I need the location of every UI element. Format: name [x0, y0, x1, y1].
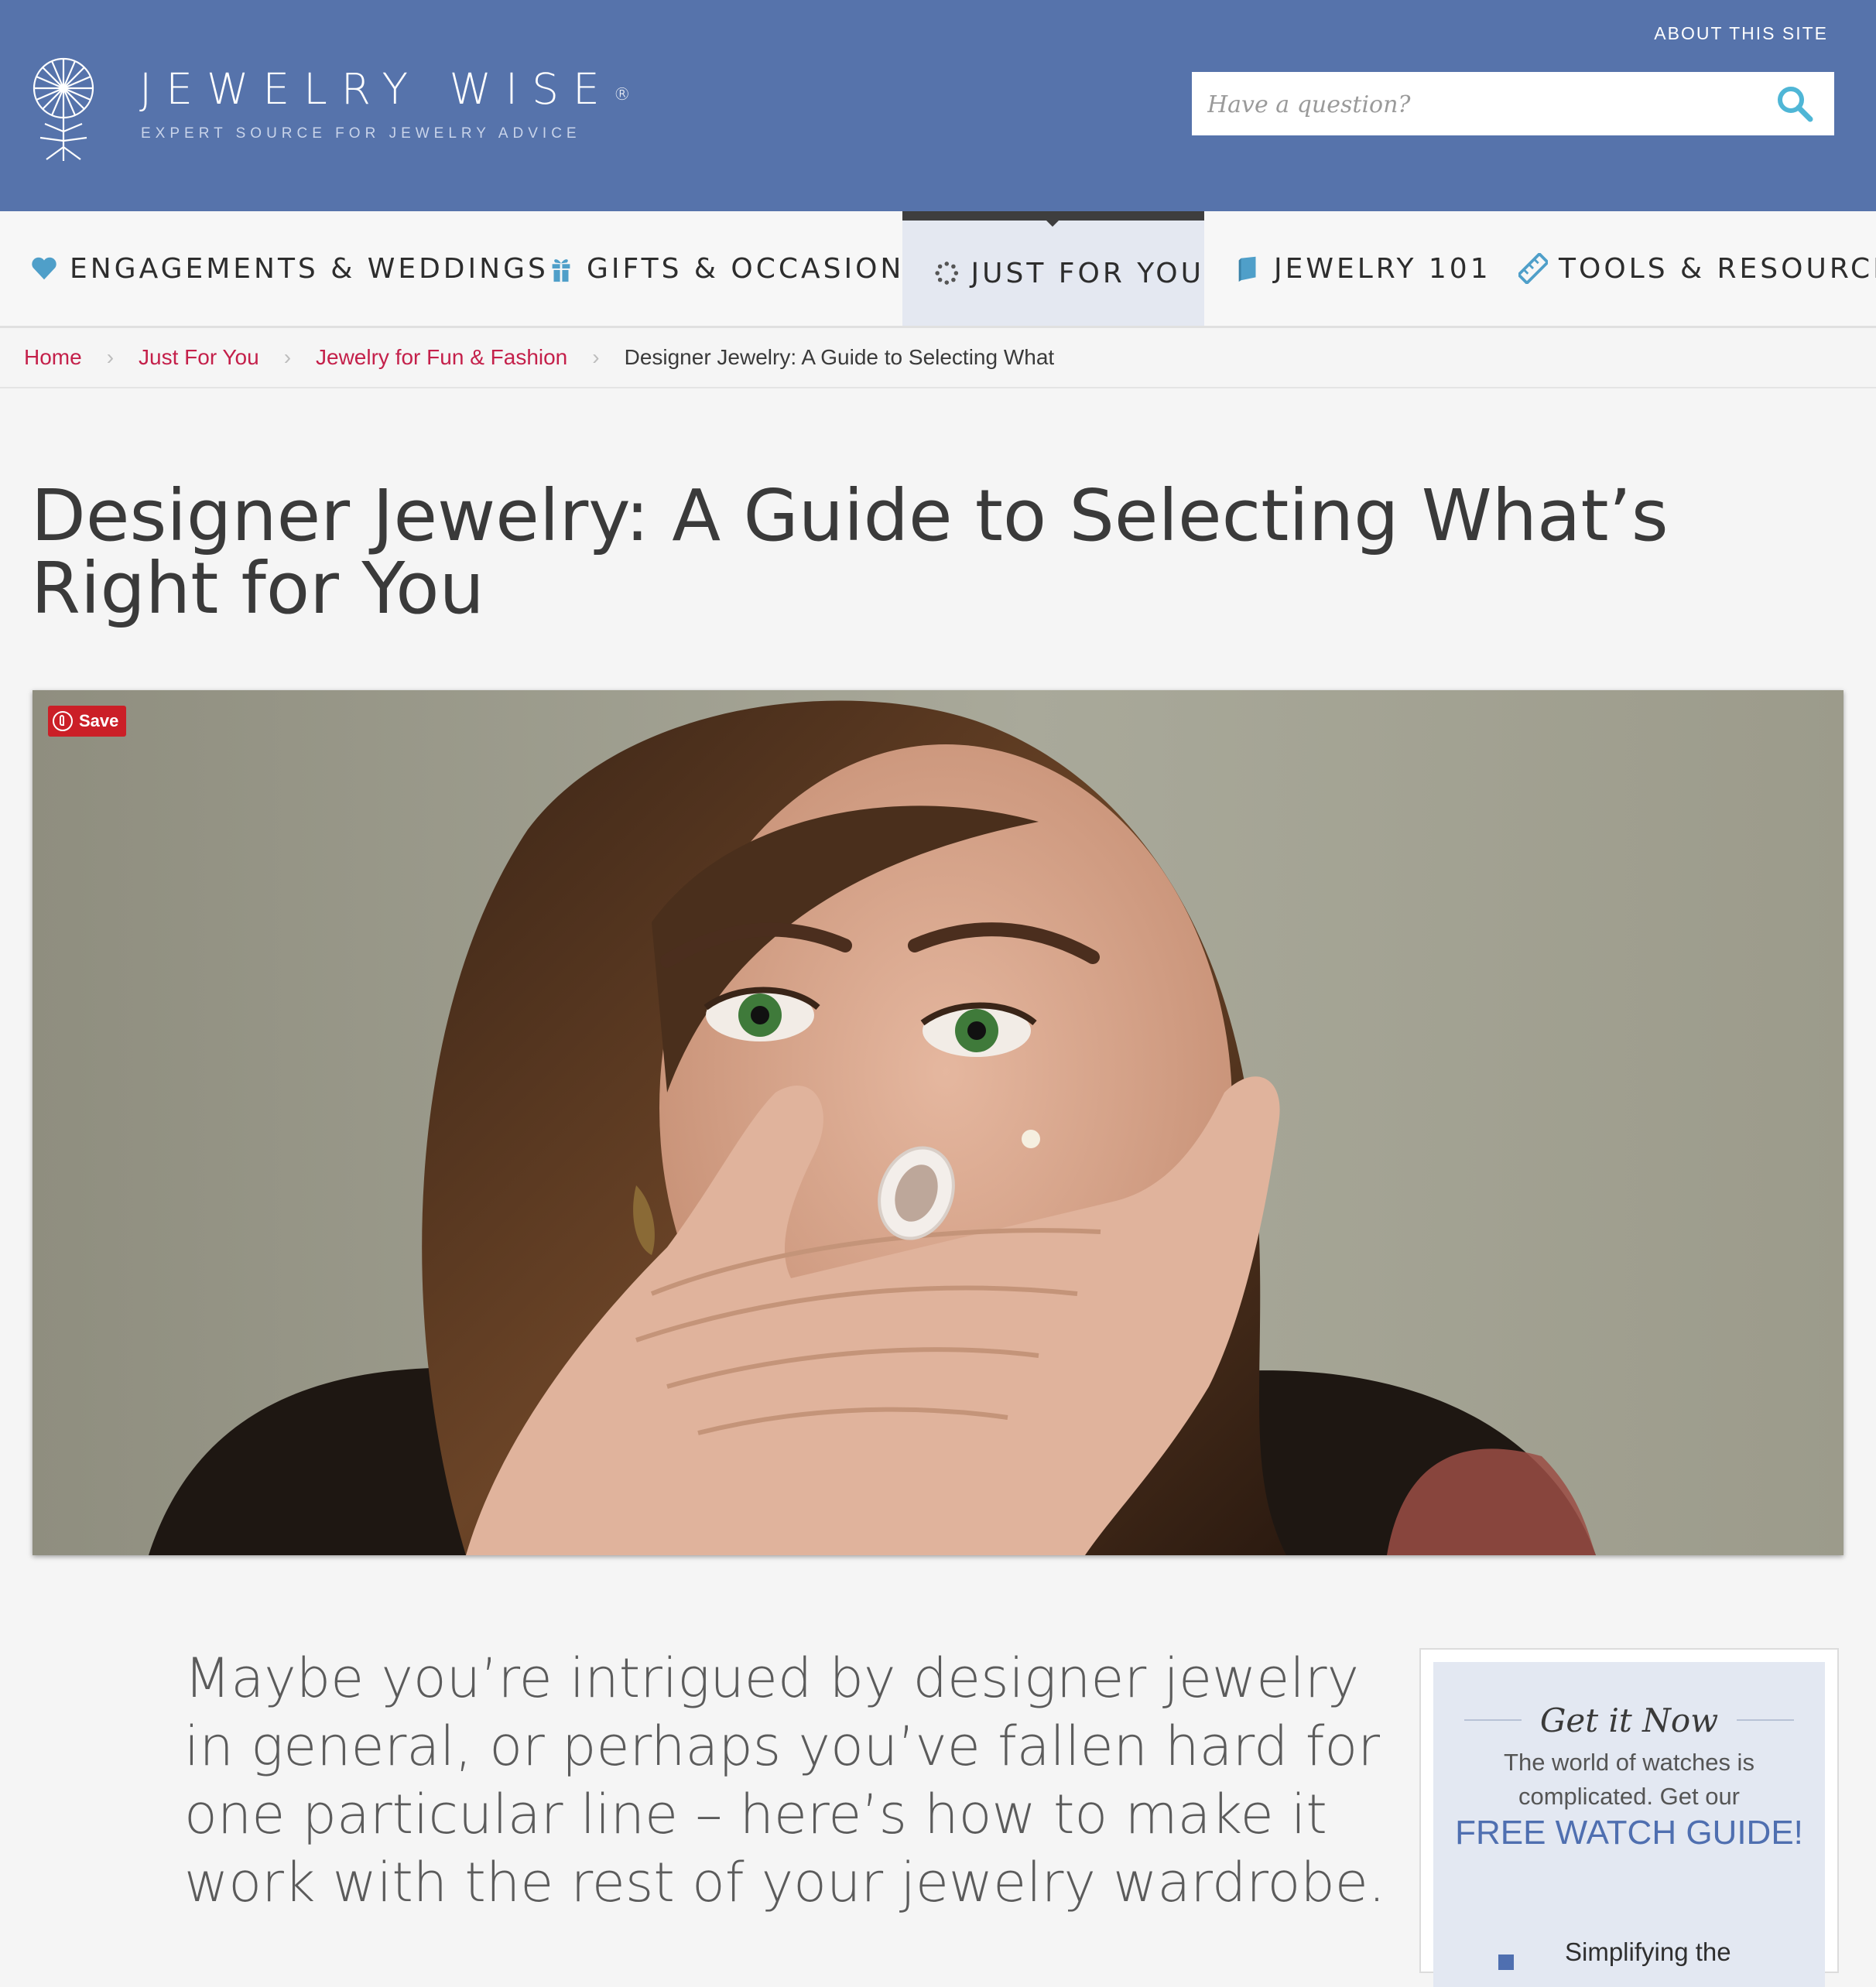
- promo-text: The world of watches is complicated. Get…: [1504, 1749, 1754, 1810]
- breadcrumb-fun-fashion[interactable]: Jewelry for Fun & Fashion: [316, 345, 567, 370]
- promo-panel: Get it Now The world of watches is compl…: [1433, 1662, 1825, 1987]
- page-title: Designer Jewelry: A Guide to Selecting W…: [31, 474, 1669, 630]
- divider: [1737, 1719, 1795, 1721]
- active-nav-pointer: [1037, 211, 1068, 227]
- promo-heading: Get it Now: [1539, 1701, 1719, 1739]
- hero-image: Save: [33, 690, 1843, 1555]
- watch-guide-promo: Get it Now The world of watches is compl…: [1419, 1648, 1839, 1987]
- book-icon: [1238, 256, 1256, 282]
- divider: [1464, 1719, 1522, 1721]
- sparkle-ring-icon: [935, 262, 959, 285]
- nav-jewelry-101[interactable]: JEWELRY 101: [1234, 211, 1491, 326]
- promo-bullet-text: Simplifying the: [1565, 1937, 1731, 1966]
- breadcrumb-just-for-you[interactable]: Just For You: [139, 345, 259, 370]
- nav-label: GIFTS & OCCASIONS: [587, 252, 926, 285]
- woman-covering-mouth-photo: [33, 690, 1843, 1555]
- pin-save-label: Save: [79, 711, 119, 730]
- gift-icon: [552, 259, 570, 282]
- search-icon[interactable]: [1775, 84, 1814, 123]
- breadcrumb: Home › Just For You › Jewelry for Fun & …: [0, 328, 1876, 388]
- main-nav: ENGAGEMENTS & WEDDINGS GIFTS & OCCASIONS…: [0, 211, 1876, 328]
- article-intro: Maybe you’re intrigued by designer jewel…: [184, 1647, 1386, 1914]
- nav-just-for-you[interactable]: JUST FOR YOU: [902, 211, 1204, 326]
- nav-label: JEWELRY 101: [1274, 252, 1491, 285]
- logo-wordmark[interactable]: JEWELRY WISE®: [139, 62, 631, 116]
- chevron-right-icon: ›: [283, 345, 292, 369]
- pinterest-save-button[interactable]: Save: [48, 706, 127, 737]
- promo-heading-row: Get it Now: [1464, 1701, 1795, 1739]
- chevron-right-icon: ›: [592, 345, 600, 369]
- breadcrumb-home[interactable]: Home: [24, 345, 82, 370]
- pinterest-icon: [53, 711, 73, 731]
- logo-text: JEWELRY WISE: [139, 64, 614, 114]
- free-watch-guide-link[interactable]: FREE WATCH GUIDE!: [1449, 1811, 1809, 1855]
- heart-icon: [32, 257, 56, 280]
- nav-label: TOOLS & RESOURCES: [1559, 252, 1876, 285]
- nav-tools-resources[interactable]: TOOLS & RESOURCES: [1518, 211, 1876, 326]
- snowflake-logo-icon[interactable]: [29, 54, 98, 164]
- nav-gifts-occasions[interactable]: GIFTS & OCCASIONS: [546, 211, 925, 326]
- registered-mark: ®: [613, 85, 631, 104]
- nav-label: ENGAGEMENTS & WEDDINGS: [70, 252, 549, 285]
- search-box: [1192, 72, 1834, 137]
- ruler-icon: [1518, 253, 1548, 284]
- about-site-link[interactable]: ABOUT THIS SITE: [1654, 23, 1828, 44]
- bullet-icon: [1498, 1955, 1514, 1970]
- logo-tagline: EXPERT SOURCE FOR JEWELRY ADVICE: [141, 125, 581, 142]
- chevron-right-icon: ›: [106, 345, 115, 369]
- site-header: JEWELRY WISE® EXPERT SOURCE FOR JEWELRY …: [0, 0, 1876, 211]
- nav-engagements-weddings[interactable]: ENGAGEMENTS & WEDDINGS: [29, 211, 549, 326]
- breadcrumb-current: Designer Jewelry: A Guide to Selecting W…: [624, 345, 1055, 369]
- nav-label: JUST FOR YOU: [971, 257, 1204, 289]
- search-input[interactable]: [1206, 72, 1751, 137]
